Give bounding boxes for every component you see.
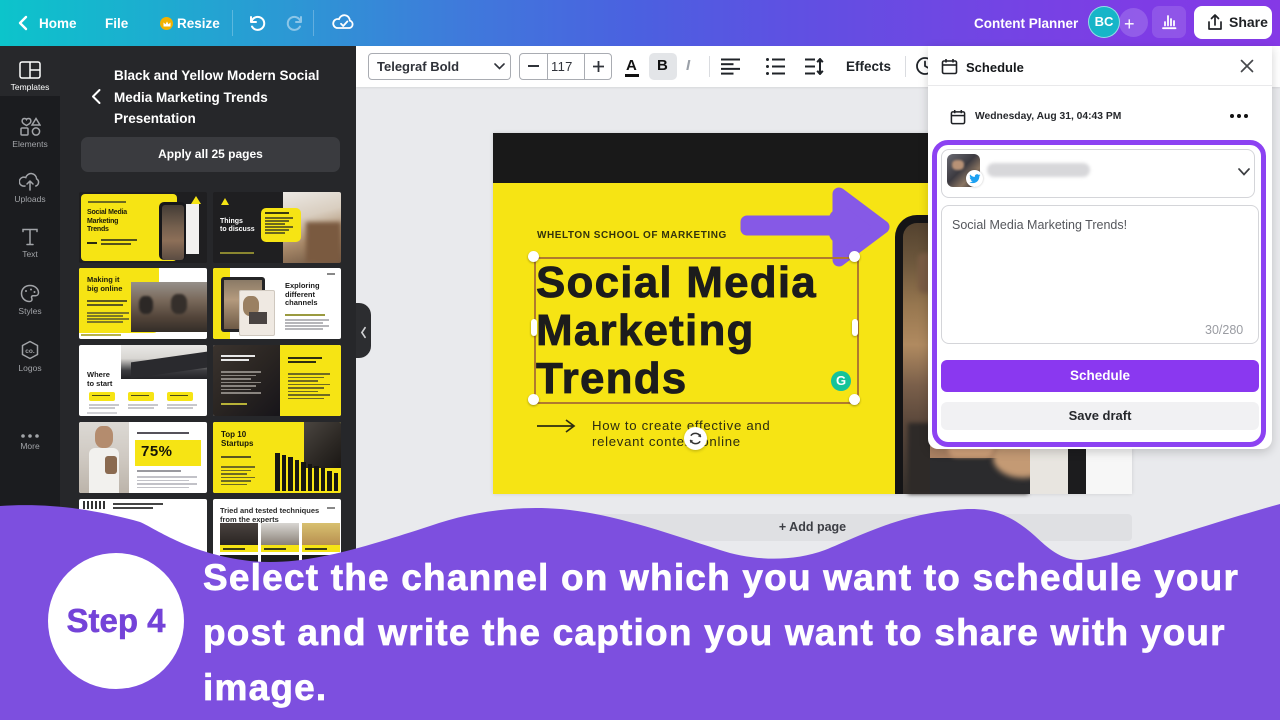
svg-text:co.: co. xyxy=(25,348,35,355)
